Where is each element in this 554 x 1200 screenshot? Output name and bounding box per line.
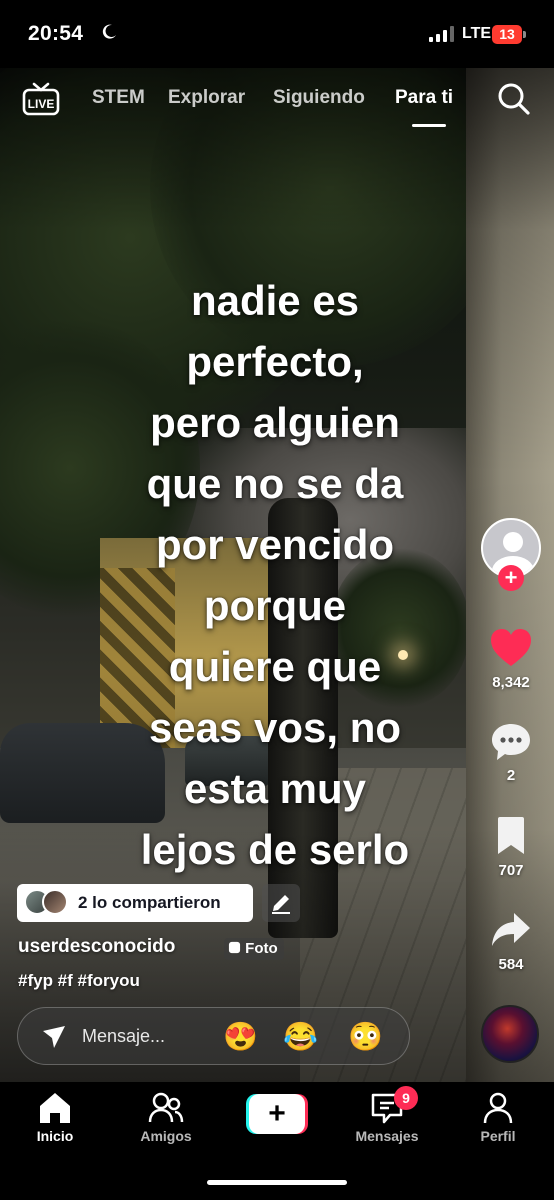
caption-line: lejos de serlo [140,826,410,873]
pencil-icon [272,895,290,914]
friends-icon [148,1092,184,1123]
status-bar: 20:54 LTE 13 [0,0,554,68]
share-icon[interactable] [490,910,532,950]
bookmark-icon[interactable] [490,816,532,856]
tab-inicio[interactable]: Inicio [0,1082,110,1162]
tab-para-ti[interactable]: Para ti [395,87,453,109]
heart-icon[interactable] [490,628,532,668]
emoji-flushed[interactable]: 😳 [348,1021,383,1053]
caption-line: que no se da [146,460,404,507]
tab-perfil-label: Perfil [480,1128,516,1144]
photo-icon [228,941,241,954]
tab-siguiendo[interactable]: Siguiendo [273,87,365,109]
shared-by-text: 2 lo compartieron [78,893,221,912]
tab-stem[interactable]: STEM [92,87,145,109]
tab-amigos[interactable]: Amigos [111,1082,221,1162]
like-count: 8,342 [492,674,530,691]
status-time: 20:54 [28,22,84,45]
edit-button[interactable] [262,884,300,922]
battery-indicator: 13 [492,25,522,44]
profile-icon [483,1092,513,1124]
follow-button[interactable]: + [498,565,524,591]
avatar [42,889,68,915]
caption-line: quiere que [168,643,382,690]
emoji-laughing[interactable]: 😂 [283,1021,318,1053]
caption-line: nadie es [190,277,360,324]
music-disc[interactable] [481,1005,539,1063]
signal-icon [429,26,454,42]
active-tab-indicator [412,124,446,127]
post-type-label: Foto [245,940,278,957]
comment-icon[interactable] [490,722,532,762]
home-indicator [207,1180,347,1185]
tab-mensajes-label: Mensajes [355,1128,419,1144]
post-type-badge: Foto [224,938,284,960]
tab-perfil[interactable]: Perfil [443,1082,553,1162]
hashtags[interactable]: #fyp #f #foryou [18,971,140,991]
search-icon[interactable] [497,82,531,116]
screen: 20:54 LTE 13 LIVE STEM Explorar Siguiend… [0,0,554,1200]
caption-line: perfecto, [186,338,364,385]
message-bar[interactable]: Mensaje... 😍 😂 😳 [17,1007,410,1065]
caption-line: esta muy [183,765,367,812]
plus-icon: + [249,1094,305,1134]
creator-username[interactable]: userdesconocido [18,936,175,958]
caption-line: seas vos, no [148,704,402,751]
network-type: LTE [462,25,492,42]
caption-line: porque [203,582,347,629]
messages-badge: 9 [394,1086,418,1110]
comment-count: 2 [506,767,516,784]
message-input[interactable]: Mensaje... [82,1026,165,1047]
tab-mensajes[interactable]: Mensajes [332,1082,442,1162]
caption-line: pero alguien [150,399,400,446]
tab-amigos-label: Amigos [140,1128,192,1144]
send-icon[interactable] [42,1025,66,1049]
moon-icon [102,24,116,39]
tab-inicio-label: Inicio [36,1128,74,1144]
live-icon[interactable]: LIVE [22,82,60,116]
caption-line: por vencido [155,521,395,568]
svg-text:LIVE: LIVE [28,97,55,111]
post-caption-overlay: nadie es perfecto, pero alguien que no s… [100,270,450,880]
create-button[interactable]: + [246,1094,308,1134]
tab-explorar[interactable]: Explorar [168,87,245,109]
save-count: 707 [498,862,524,879]
shared-by-pill[interactable]: 2 lo compartieron [17,884,253,922]
share-count: 584 [498,956,524,973]
home-icon [40,1093,70,1123]
emoji-heart-eyes[interactable]: 😍 [223,1021,258,1053]
